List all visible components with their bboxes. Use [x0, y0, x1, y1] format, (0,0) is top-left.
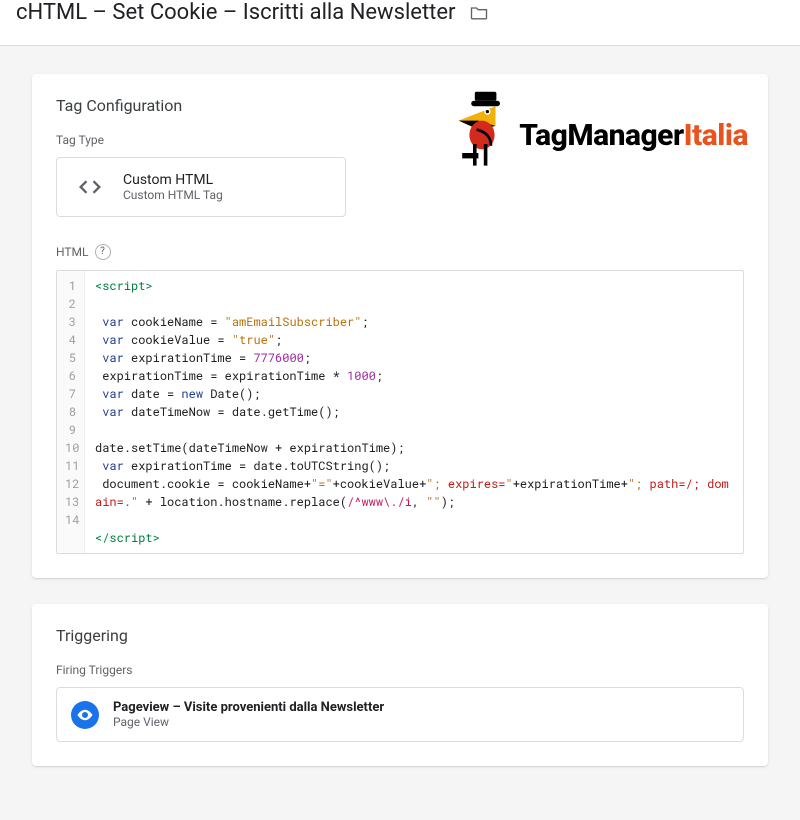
tag-type-selector[interactable]: Custom HTML Custom HTML Tag: [56, 157, 346, 217]
firing-triggers-label: Firing Triggers: [56, 663, 744, 677]
section-title-triggering: Triggering: [56, 626, 744, 645]
tag-type-name: Custom HTML: [123, 172, 223, 188]
help-icon[interactable]: ?: [95, 244, 111, 260]
trigger-type: Page View: [113, 715, 384, 729]
code-gutter: 1234567891011121314: [57, 271, 85, 553]
trigger-row[interactable]: Pageview – Visite provenienti dalla News…: [56, 687, 744, 742]
html-code-editor[interactable]: 1234567891011121314 <script> var cookieN…: [56, 270, 744, 554]
code-body[interactable]: <script> var cookieName = "amEmailSubscr…: [85, 271, 743, 553]
tag-type-label: Tag Type: [56, 133, 744, 147]
tag-config-card[interactable]: Tag Configuration TagManagerItalia Tag T…: [32, 74, 768, 578]
page-title: cHTML – Set Cookie – Iscritti alla Newsl…: [16, 0, 455, 25]
html-field-label: HTML ?: [56, 244, 111, 260]
triggering-card[interactable]: Triggering Firing Triggers Pageview – Vi…: [32, 604, 768, 766]
folder-icon[interactable]: [469, 3, 489, 23]
pageview-icon: [71, 701, 99, 729]
code-icon: [73, 170, 107, 204]
tag-type-sub: Custom HTML Tag: [123, 188, 223, 202]
trigger-name: Pageview – Visite provenienti dalla News…: [113, 700, 384, 715]
